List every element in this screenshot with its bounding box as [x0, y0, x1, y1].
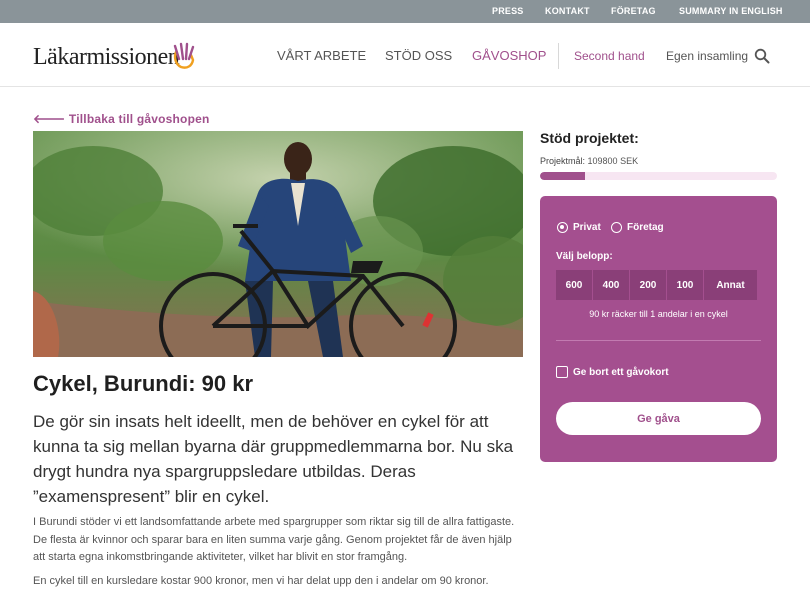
product-body-2: En cykel till en kursledare kostar 900 k…	[33, 575, 489, 587]
gift-card-label: Ge bort ett gåvokort	[573, 367, 669, 378]
amount-other-button[interactable]: Annat	[704, 270, 757, 300]
product-image	[33, 131, 523, 357]
radio-unchecked-icon	[611, 222, 622, 233]
amount-options: 600 400 200 100 Annat	[556, 270, 757, 300]
panel-divider	[556, 340, 761, 341]
radio-foretag-label: Företag	[627, 222, 664, 233]
nav-vart-arbete[interactable]: VÅRT ARBETE	[277, 48, 366, 63]
logo-text[interactable]: Läkarmissionen	[33, 44, 180, 71]
man-with-bicycle-photo	[33, 131, 523, 357]
product-lead: De gör sin insats helt ideellt, men de b…	[33, 412, 514, 506]
amount-600-button[interactable]: 600	[556, 270, 593, 300]
nav-gavoshop[interactable]: GÅVOSHOP	[472, 48, 546, 63]
project-goal-label: Projektmål:	[540, 156, 586, 166]
logo-hand-icon	[173, 42, 195, 69]
topbar-link-kontakt[interactable]: KONTAKT	[545, 6, 590, 16]
project-goal: Projektmål: 109800 SEK	[540, 156, 638, 166]
top-utility-bar: PRESS KONTAKT FÖRETAG SUMMARY IN ENGLISH	[0, 0, 810, 23]
topbar-link-foretag[interactable]: FÖRETAG	[611, 6, 656, 16]
nav-divider	[558, 43, 559, 69]
project-progress-fill	[540, 172, 586, 180]
amount-100-button[interactable]: 100	[667, 270, 704, 300]
topbar-link-english[interactable]: SUMMARY IN ENGLISH	[679, 6, 783, 16]
donation-panel: Privat Företag Välj belopp: 600 400 200 …	[540, 196, 777, 462]
nav-stod-oss[interactable]: STÖD OSS	[385, 48, 452, 63]
project-progress-bar	[540, 172, 777, 180]
radio-checked-icon	[557, 222, 568, 233]
amount-200-button[interactable]: 200	[630, 270, 667, 300]
nav-second-hand[interactable]: Second hand	[574, 49, 645, 63]
product-body-1: I Burundi stöder vi ett landsomfattande …	[33, 516, 515, 563]
checkbox-icon	[556, 366, 568, 378]
nav-egen-insamling[interactable]: Egen insamling	[666, 49, 748, 63]
radio-privat-label: Privat	[573, 222, 601, 233]
search-icon[interactable]	[754, 48, 770, 64]
site-header: Läkarmissionen VÅRT ARBETE STÖD OSS GÅVO…	[0, 23, 810, 87]
support-heading: Stöd projektet:	[540, 130, 639, 146]
give-button[interactable]: Ge gåva	[556, 402, 761, 435]
product-title: Cykel, Burundi: 90 kr	[33, 371, 254, 396]
back-to-shop-link[interactable]: 🡐 Tillbaka till gåvoshopen	[33, 111, 210, 126]
topbar-link-press[interactable]: PRESS	[492, 6, 524, 16]
amount-400-button[interactable]: 400	[593, 270, 630, 300]
amount-label: Välj belopp:	[556, 251, 613, 262]
project-goal-value: 109800 SEK	[587, 156, 639, 166]
share-info-text: 90 kr räcker till 1 andelar i en cykel	[589, 309, 728, 319]
